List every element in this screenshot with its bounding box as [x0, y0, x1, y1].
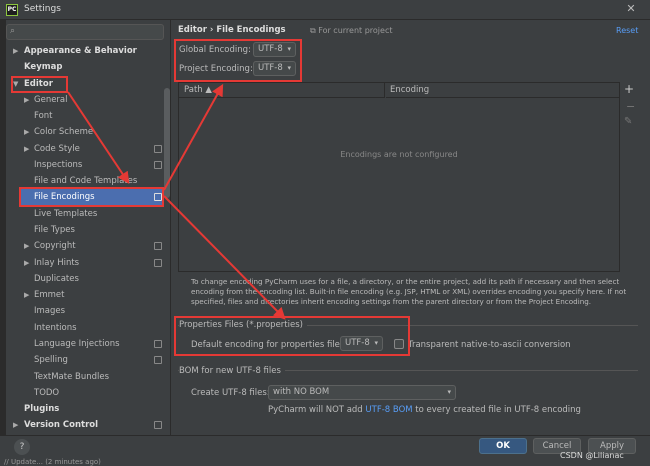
- arrow-to-global-encoding: [163, 83, 224, 191]
- annotation-arrows: [67, 83, 286, 320]
- arrow-editor-to-encodings: [67, 91, 130, 184]
- arrow-to-properties: [163, 195, 286, 320]
